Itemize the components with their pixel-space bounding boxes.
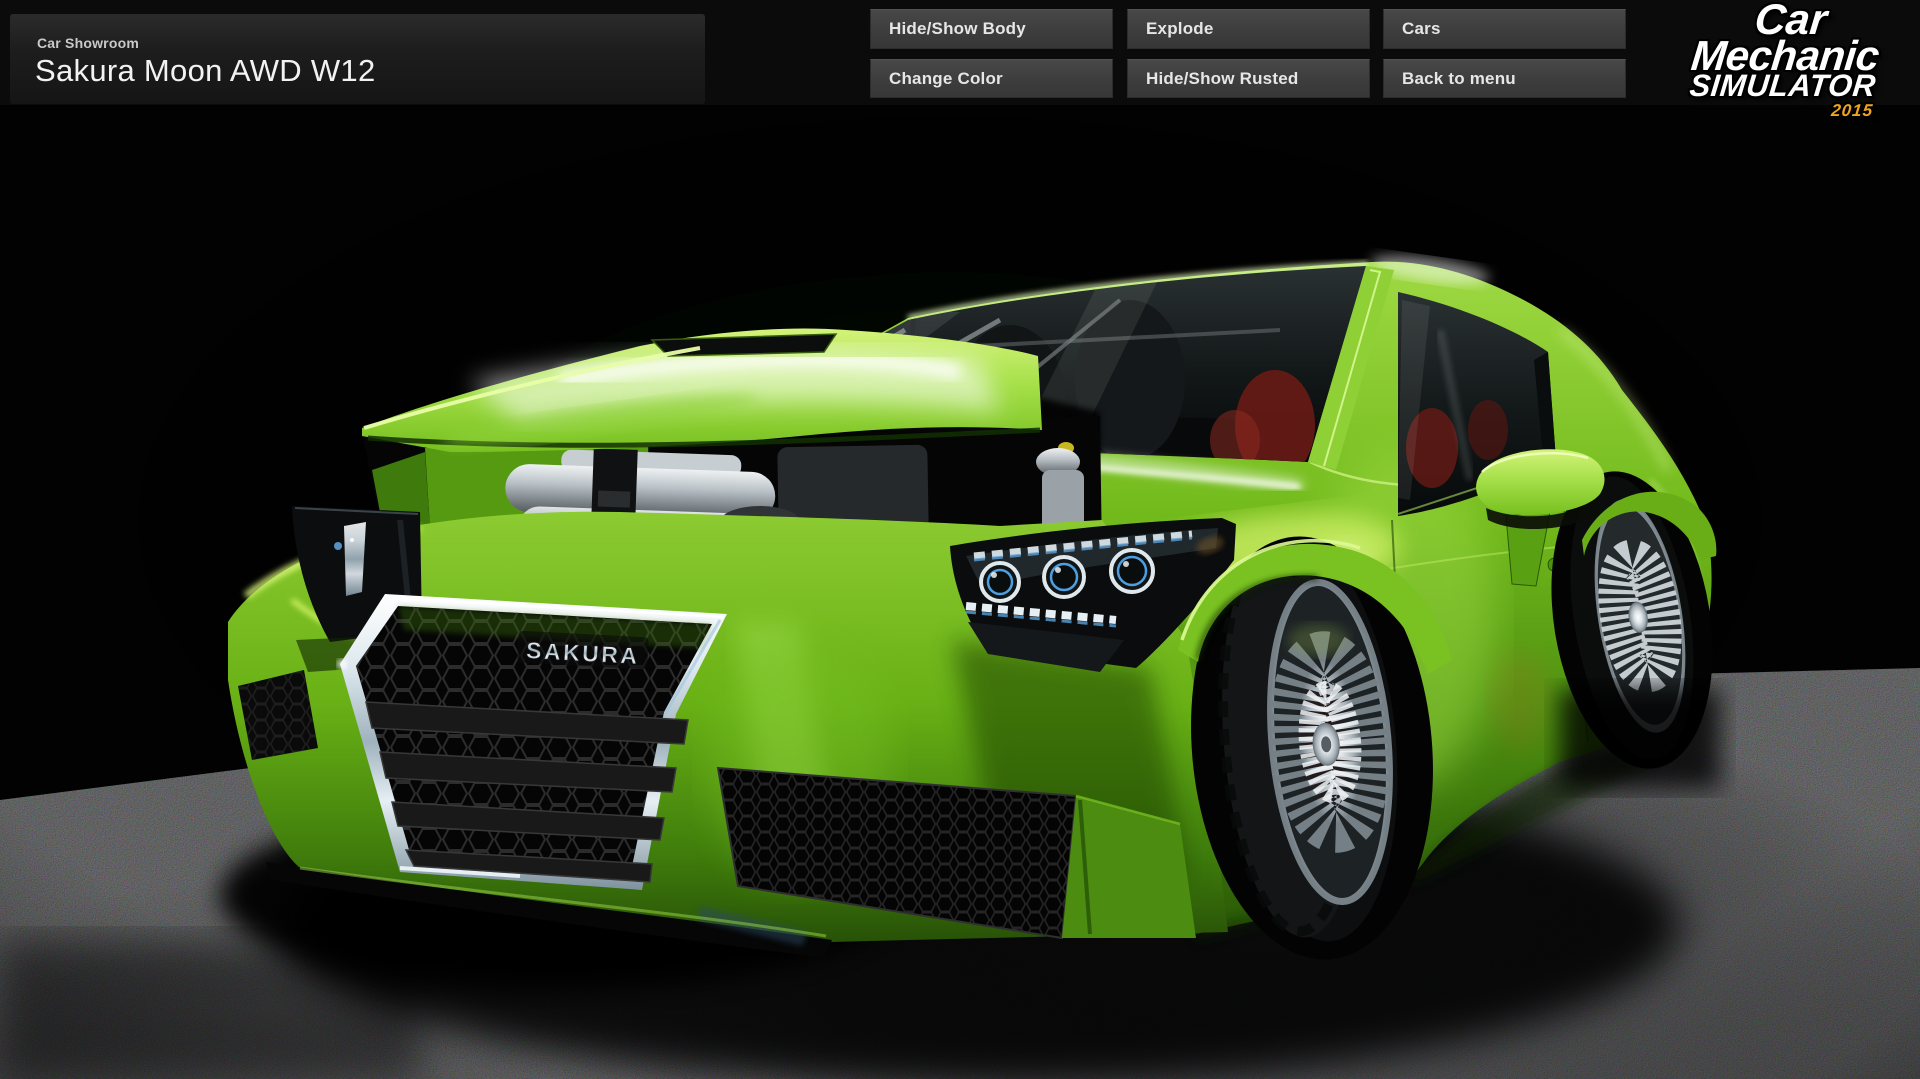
logo-line-simulator: SIMULATOR <box>1686 73 1876 99</box>
game-logo: Car Mechanic SIMULATOR 2015 <box>1684 2 1884 119</box>
change-color-button[interactable]: Change Color <box>870 59 1113 98</box>
breadcrumb: Car Showroom <box>37 35 139 51</box>
logo-year: 2015 <box>1684 104 1873 118</box>
title-panel: Car Showroom Sakura Moon AWD W12 <box>10 14 705 104</box>
vignette <box>0 0 1920 1079</box>
explode-button[interactable]: Explode <box>1127 9 1370 49</box>
showroom-viewport[interactable]: SAKURA <box>0 0 1920 1079</box>
cars-button[interactable]: Cars <box>1383 9 1626 49</box>
page-title: Sakura Moon AWD W12 <box>35 53 376 89</box>
back-to-menu-button[interactable]: Back to menu <box>1383 59 1626 98</box>
hide-show-rusted-button[interactable]: Hide/Show Rusted <box>1127 59 1370 98</box>
hide-show-body-button[interactable]: Hide/Show Body <box>870 9 1113 49</box>
game-window: SAKURA <box>0 0 1920 1079</box>
top-bar: Car Showroom Sakura Moon AWD W12 Hide/Sh… <box>0 0 1920 105</box>
